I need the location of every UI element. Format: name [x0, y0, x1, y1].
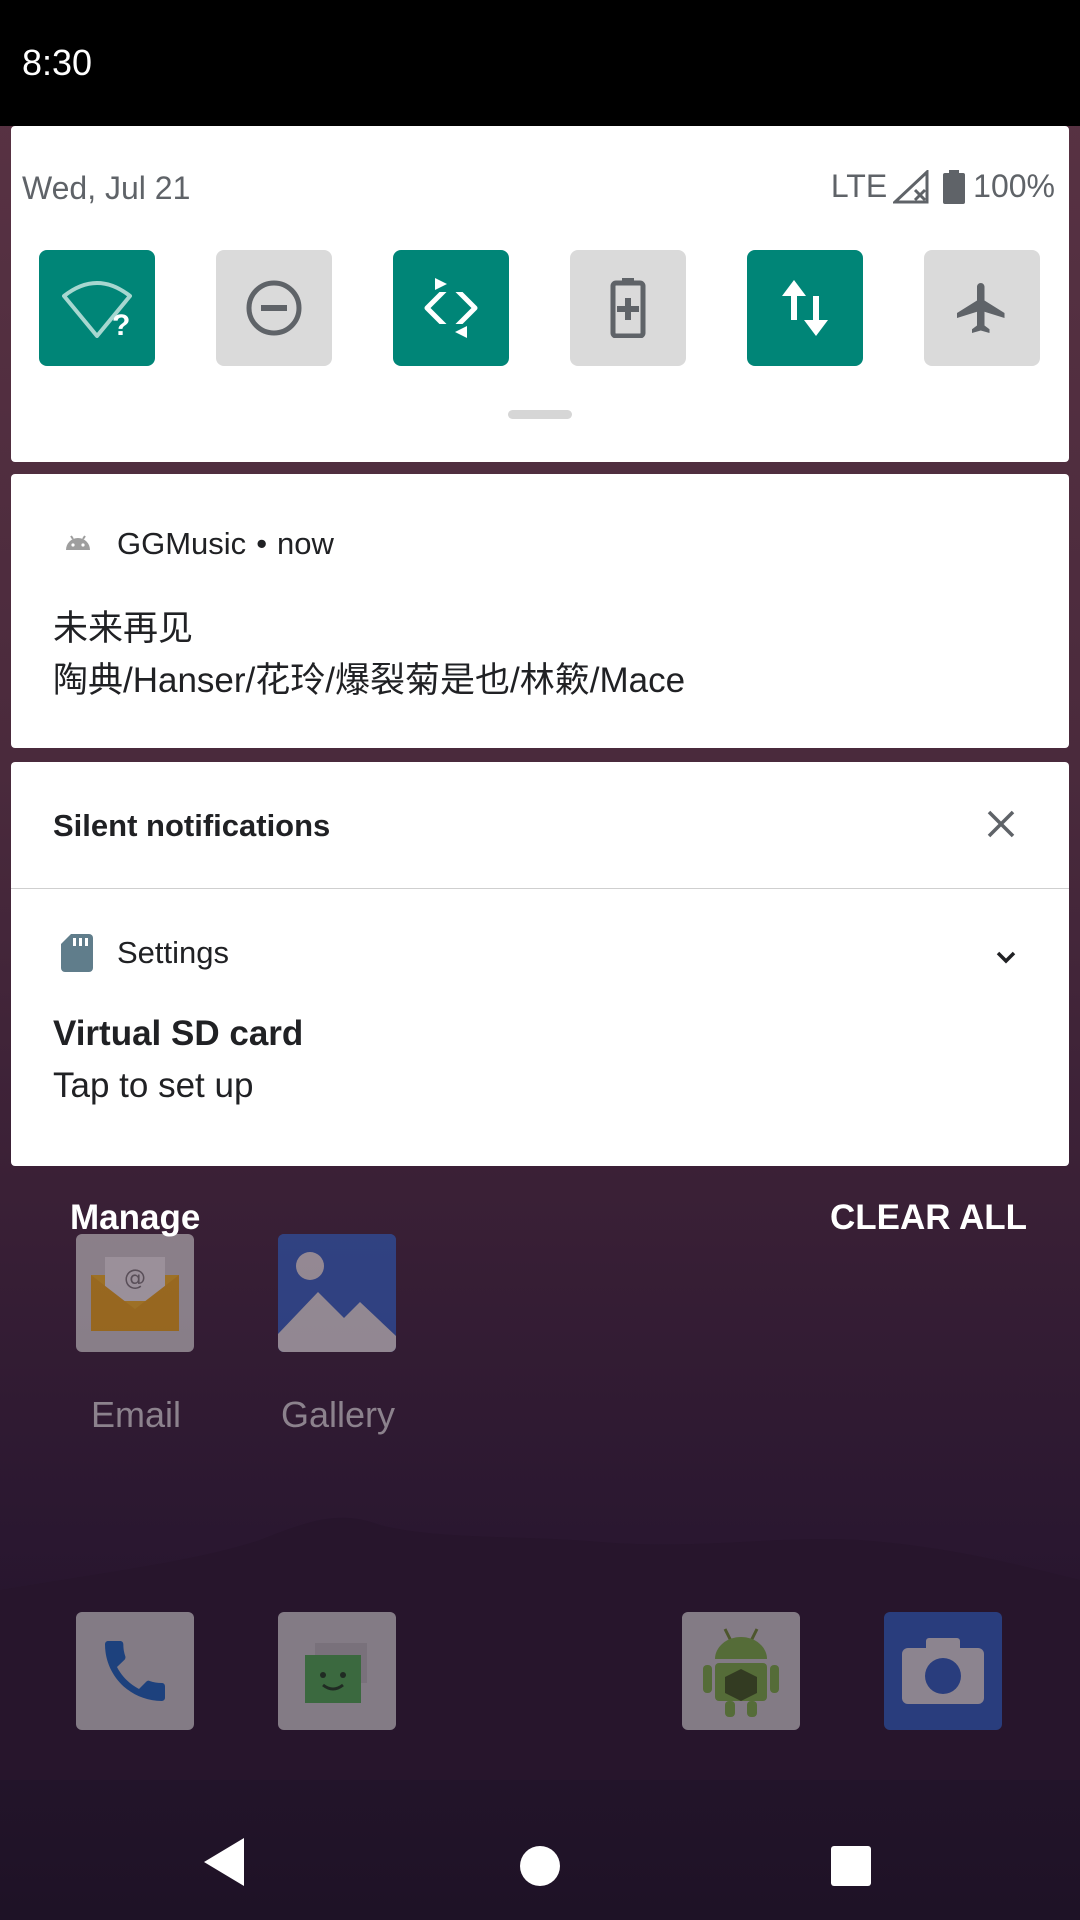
navigation-bar: [0, 1810, 1080, 1920]
messages-icon[interactable]: [278, 1612, 396, 1730]
home-icon[interactable]: [520, 1846, 560, 1886]
notification-app-name: Settings: [117, 935, 230, 970]
auto-rotate-icon: [424, 278, 478, 338]
home-app-email[interactable]: @ Email: [76, 1234, 196, 1436]
notification-title: Virtual SD card: [53, 1014, 304, 1053]
sd-card-icon: [61, 934, 93, 972]
notification-app-name: GGMusic: [117, 526, 247, 561]
airplane-icon: [957, 283, 1005, 333]
notification-time: now: [277, 526, 334, 561]
chevron-down-icon[interactable]: [991, 942, 1021, 972]
music-notification[interactable]: GGMusic • now 未来再见 陶典/Hanser/花玲/爆裂菊是也/林簌…: [11, 474, 1069, 748]
battery-saver-tile[interactable]: [570, 250, 686, 366]
notification-app-row: Settings: [61, 934, 229, 972]
battery-saver-icon: [610, 278, 646, 338]
gallery-icon: [278, 1234, 396, 1352]
do-not-disturb-tile[interactable]: [216, 250, 332, 366]
mobile-data-tile[interactable]: [747, 250, 863, 366]
mobile-data-icon: [782, 280, 828, 336]
qs-date: Wed, Jul 21: [22, 170, 191, 206]
manage-button[interactable]: Manage: [70, 1198, 200, 1238]
notification-text: Tap to set up: [53, 1066, 254, 1105]
do-not-disturb-icon: [246, 280, 302, 336]
recents-icon[interactable]: [831, 1846, 871, 1886]
signal-no-service-icon: [893, 169, 929, 203]
wifi-tile[interactable]: ?: [39, 250, 155, 366]
battery-icon: [943, 169, 966, 204]
qs-status-indicators: LTE 100%: [831, 168, 1055, 205]
home-app-label: Gallery: [280, 1394, 396, 1435]
network-type: LTE: [830, 168, 888, 204]
close-icon[interactable]: [983, 806, 1019, 842]
svg-text:@: @: [124, 1266, 146, 1291]
quick-settings-panel: Wed, Jul 21 LTE 100% ?: [11, 126, 1069, 462]
silent-notifications-header: Silent notifications: [53, 808, 331, 843]
home-app-label: Email: [90, 1394, 182, 1435]
email-icon: @: [76, 1234, 194, 1352]
svg-text:?: ?: [112, 309, 130, 338]
battery-percent: 100%: [973, 168, 1055, 204]
home-app-gallery[interactable]: Gallery: [278, 1234, 398, 1436]
clear-all-button[interactable]: CLEAR ALL: [830, 1198, 1027, 1238]
camera-icon[interactable]: [884, 1612, 1002, 1730]
phone-icon[interactable]: [76, 1612, 194, 1730]
status-time: 8:30: [22, 42, 93, 83]
qs-drag-handle[interactable]: [508, 410, 572, 419]
notification-text: 陶典/Hanser/花玲/爆裂菊是也/林簌/Mace: [53, 661, 686, 700]
auto-rotate-tile[interactable]: [393, 250, 509, 366]
section-divider: [11, 888, 1069, 889]
notification-app-row: GGMusic • now: [63, 526, 334, 562]
android-small-icon: [66, 535, 90, 550]
wifi-unknown-icon: ?: [62, 281, 132, 338]
silent-notifications-section: Silent notifications Settings Virtual SD…: [11, 762, 1069, 1166]
separator-dot: •: [256, 526, 268, 561]
android-app-icon[interactable]: [682, 1612, 800, 1730]
notification-title: 未来再见: [53, 609, 194, 648]
status-bar: 8:30: [0, 0, 1080, 126]
airplane-mode-tile[interactable]: [924, 250, 1040, 366]
back-icon[interactable]: [202, 1836, 246, 1888]
